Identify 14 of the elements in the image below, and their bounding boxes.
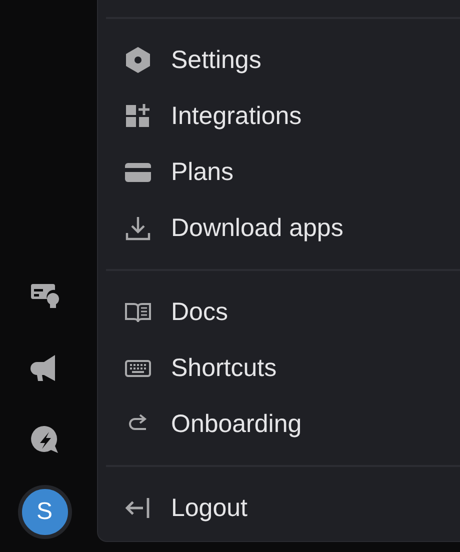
menu-item[interactable]: Logout — [106, 480, 460, 536]
menu-item[interactable]: Onboarding — [106, 396, 460, 452]
grid-plus-icon — [124, 102, 152, 130]
download-icon — [124, 214, 152, 242]
menu-item[interactable]: Integrations — [106, 88, 460, 144]
menu-item[interactable]: Download apps — [106, 200, 460, 256]
menu-item[interactable]: Docs — [106, 284, 460, 340]
chat-bolt-icon[interactable] — [30, 425, 60, 455]
menu-item[interactable]: Plans — [106, 144, 460, 200]
menu-item[interactable]: Settings — [106, 32, 460, 88]
settings-icon — [124, 46, 152, 74]
user-avatar[interactable]: S — [18, 485, 72, 539]
board-bulb-icon[interactable] — [28, 282, 60, 310]
menu-item[interactable]: Shortcuts — [106, 340, 460, 396]
